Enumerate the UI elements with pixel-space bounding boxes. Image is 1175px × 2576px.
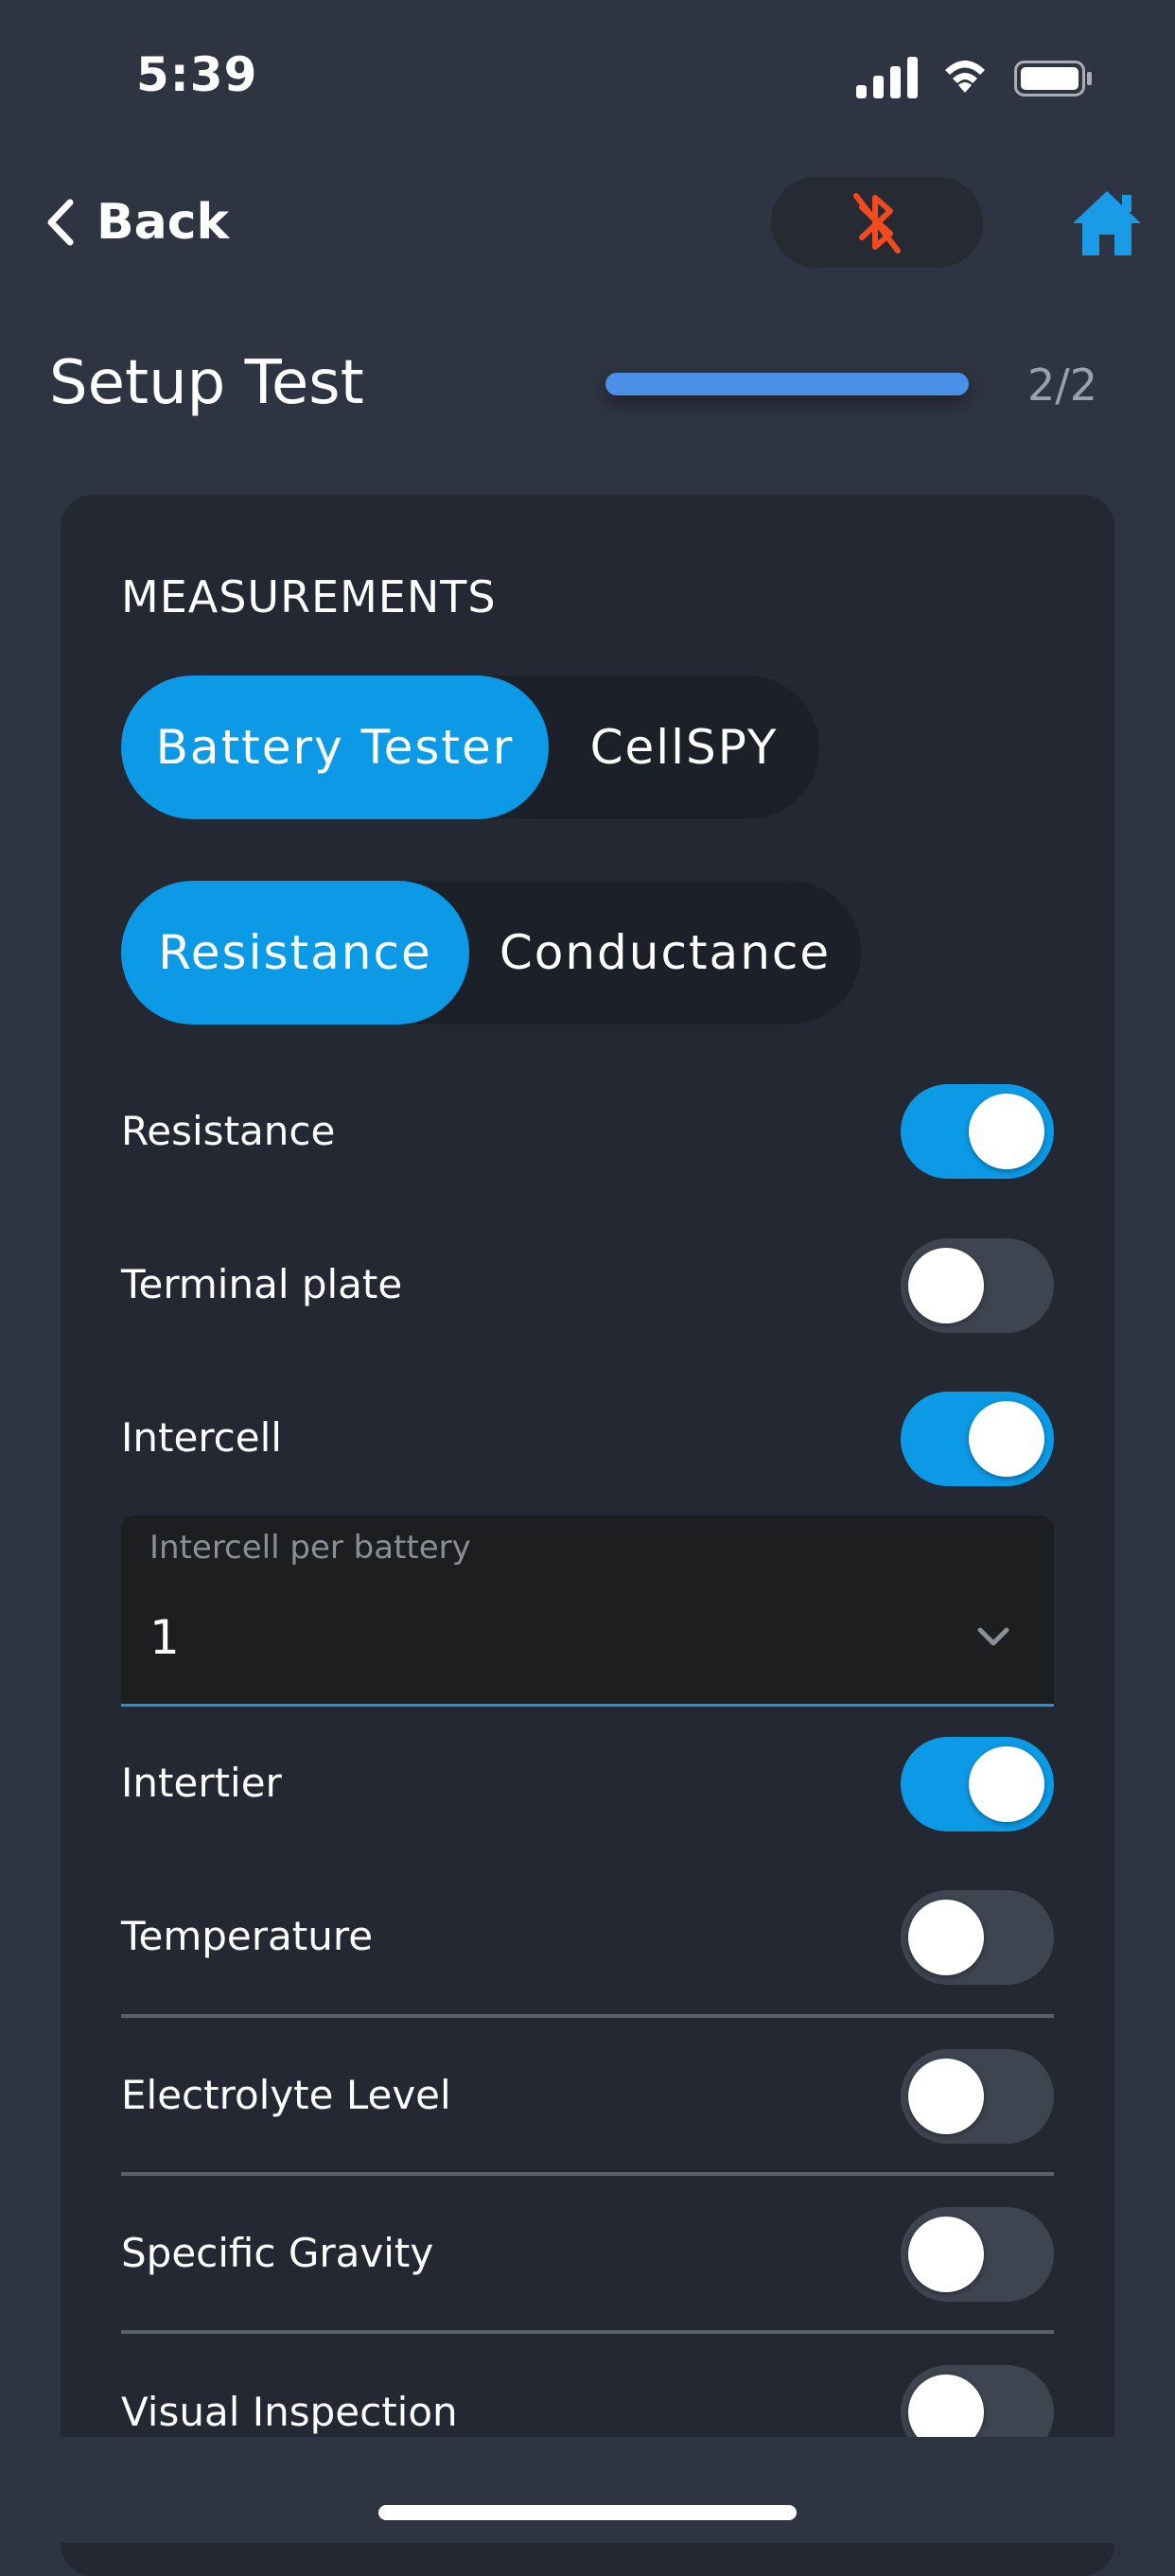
toggle-label-intertier: Intertier bbox=[121, 1760, 282, 1806]
home-indicator[interactable] bbox=[378, 2505, 797, 2520]
chevron-left-icon bbox=[47, 199, 74, 246]
option-battery-tester[interactable]: Battery Tester bbox=[121, 675, 549, 819]
terminal-plate-toggle[interactable] bbox=[901, 1238, 1054, 1333]
divider bbox=[121, 2172, 1054, 2176]
electrolyte-level-toggle[interactable] bbox=[901, 2049, 1054, 2144]
section-title: MEASUREMENTS bbox=[121, 571, 497, 622]
intertier-toggle[interactable] bbox=[901, 1737, 1054, 1831]
back-button[interactable]: Back bbox=[45, 189, 229, 255]
toggle-knob bbox=[969, 1094, 1044, 1169]
toggle-knob bbox=[908, 2059, 984, 2134]
divider bbox=[121, 2330, 1054, 2334]
select-value: 1 bbox=[149, 1610, 180, 1665]
bottom-safe-area bbox=[0, 2437, 1175, 2543]
device-selector: Battery Tester CellSPY bbox=[121, 675, 819, 819]
intercell-per-battery-select[interactable]: Intercell per battery 1 bbox=[121, 1516, 1054, 1707]
toggle-label-specific-gravity: Specific Gravity bbox=[121, 2230, 434, 2276]
toggle-knob bbox=[969, 1746, 1044, 1822]
specific-gravity-toggle[interactable] bbox=[901, 2207, 1054, 2302]
home-icon[interactable] bbox=[1069, 187, 1145, 259]
toggle-label-intercell: Intercell bbox=[121, 1414, 282, 1461]
divider bbox=[121, 2014, 1054, 2018]
toggle-knob bbox=[969, 1401, 1044, 1477]
intercell-toggle[interactable] bbox=[901, 1392, 1054, 1486]
progress-bar bbox=[605, 373, 969, 395]
back-label: Back bbox=[96, 194, 230, 251]
wifi-icon bbox=[945, 61, 985, 93]
mode-selector: Resistance Conductance bbox=[121, 881, 861, 1025]
toggle-label-resistance: Resistance bbox=[121, 1108, 336, 1154]
toggle-knob bbox=[908, 1900, 984, 1975]
toggle-label-electrolyte-level: Electrolyte Level bbox=[121, 2072, 451, 2118]
resistance-toggle[interactable] bbox=[901, 1084, 1054, 1179]
option-conductance[interactable]: Conductance bbox=[469, 881, 861, 1025]
option-cellspy[interactable]: CellSPY bbox=[549, 675, 819, 819]
toggle-label-temperature: Temperature bbox=[121, 1913, 374, 1959]
bluetooth-off-icon bbox=[853, 193, 901, 254]
option-resistance[interactable]: Resistance bbox=[121, 881, 469, 1025]
toggle-knob bbox=[908, 1248, 984, 1323]
status-time: 5:39 bbox=[136, 47, 258, 102]
chevron-down-icon bbox=[977, 1627, 1009, 1646]
bluetooth-status-button[interactable] bbox=[771, 177, 983, 268]
step-indicator: 2/2 bbox=[1027, 359, 1098, 411]
temperature-toggle[interactable] bbox=[901, 1890, 1054, 1985]
battery-icon bbox=[1014, 61, 1092, 96]
toggle-knob bbox=[908, 2217, 984, 2292]
toggle-label-terminal-plate: Terminal plate bbox=[121, 1261, 403, 1307]
page-title: Setup Test bbox=[49, 348, 364, 418]
cellular-signal-icon bbox=[856, 57, 918, 98]
toggle-label-visual-inspection: Visual Inspection bbox=[121, 2389, 458, 2435]
select-label: Intercell per battery bbox=[149, 1529, 471, 1567]
